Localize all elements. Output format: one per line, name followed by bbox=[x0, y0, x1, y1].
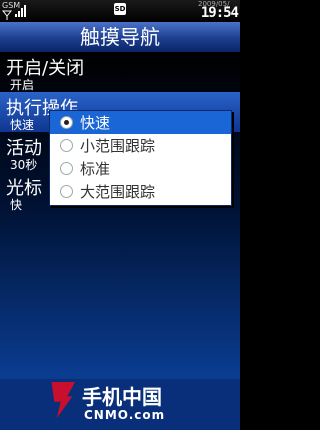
status-bar: GSM SD 2009/05/ 19:54 bbox=[0, 0, 240, 22]
menu-item-value: 开启 bbox=[10, 78, 35, 92]
sd-card-icon: SD bbox=[114, 3, 126, 15]
menu-item-value: 快 bbox=[10, 198, 23, 212]
status-clock: 19:54 bbox=[200, 5, 239, 21]
menu-item-value: 30秒 bbox=[10, 158, 38, 172]
option-label: 标准 bbox=[80, 160, 111, 178]
options-popup: 快速 小范围跟踪 标准 大范围跟踪 bbox=[49, 110, 232, 206]
option-label: 小范围跟踪 bbox=[80, 137, 156, 155]
watermark: 手机中国 CNMO.com bbox=[0, 379, 240, 430]
radio-empty-icon bbox=[60, 139, 73, 152]
radio-selected-icon bbox=[60, 116, 73, 129]
option-small-range[interactable]: 小范围跟踪 bbox=[50, 134, 231, 157]
option-standard[interactable]: 标准 bbox=[50, 157, 231, 180]
brand-logo-icon bbox=[51, 382, 75, 418]
signal-strength-icon bbox=[15, 3, 31, 17]
menu-item-on-off[interactable]: 开启/关闭 开启 bbox=[0, 52, 240, 92]
menu-item-value: 快速 bbox=[10, 118, 35, 132]
option-large-range[interactable]: 大范围跟踪 bbox=[50, 180, 231, 203]
option-fast[interactable]: 快速 bbox=[50, 111, 231, 134]
watermark-url: CNMO.com bbox=[84, 408, 166, 422]
antenna-icon bbox=[2, 10, 12, 20]
watermark-brand: 手机中国 bbox=[82, 385, 162, 409]
option-label: 快速 bbox=[80, 114, 111, 132]
option-label: 大范围跟踪 bbox=[80, 183, 156, 201]
settings-list: 开启/关闭 开启 执行操作 快速 活动 30秒 光标 快 bbox=[0, 52, 240, 379]
radio-empty-icon bbox=[60, 162, 73, 175]
radio-empty-icon bbox=[60, 185, 73, 198]
page-title: 触摸导航 bbox=[0, 22, 240, 52]
